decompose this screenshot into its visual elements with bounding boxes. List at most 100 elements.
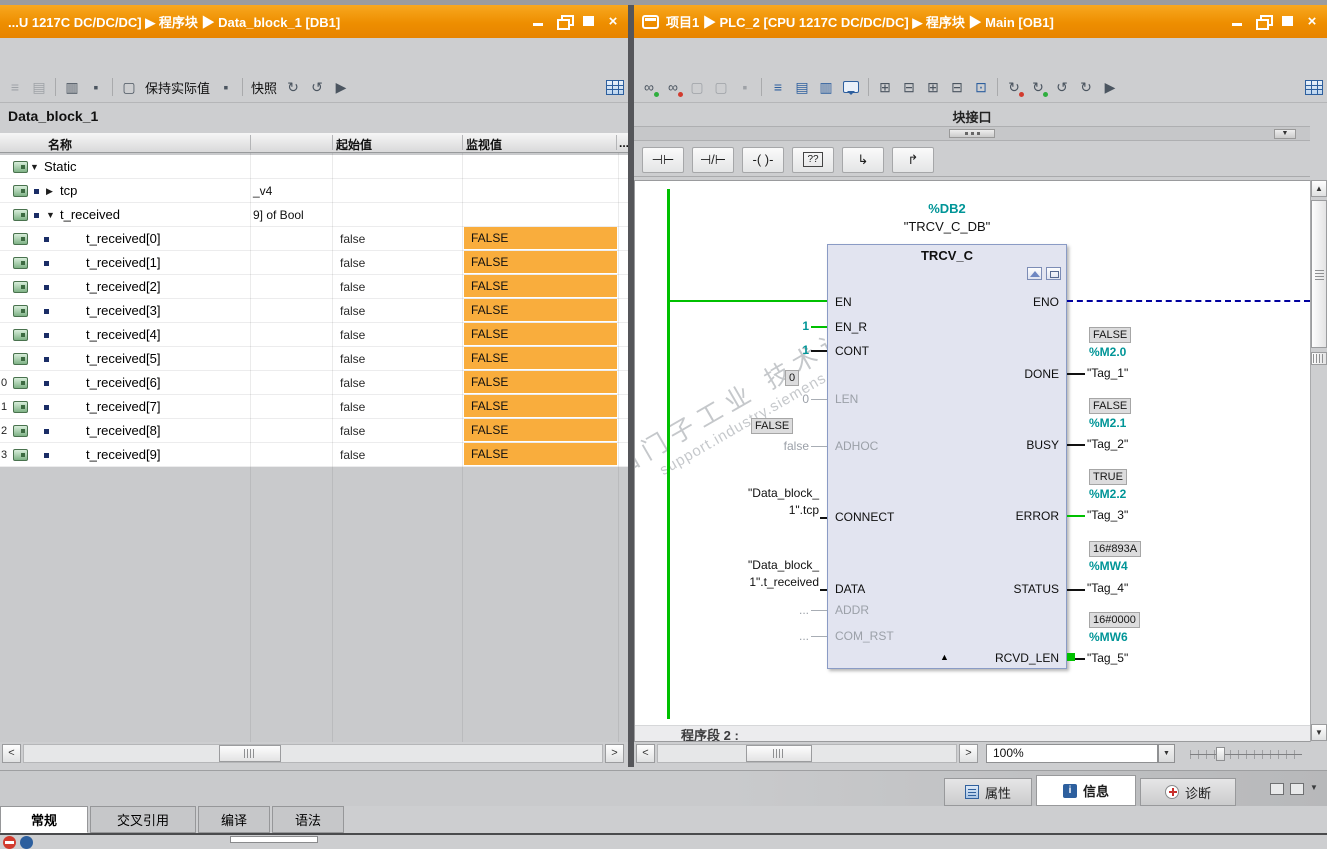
variable-name[interactable]: t_received[8]: [86, 423, 160, 438]
tab-general[interactable]: 常规: [0, 806, 88, 833]
start-value[interactable]: false: [340, 376, 365, 390]
variable-name[interactable]: t_received[1]: [86, 255, 160, 270]
copy-snapshot-icon[interactable]: ↻: [282, 76, 304, 98]
start-value[interactable]: false: [340, 424, 365, 438]
variable-name[interactable]: t_received[5]: [86, 351, 160, 366]
block-toggle-icon[interactable]: [1046, 267, 1061, 280]
expander-icon[interactable]: ▶: [46, 186, 53, 197]
tab-info[interactable]: i 信息: [1036, 775, 1136, 806]
monitor-on-icon[interactable]: ∞: [638, 76, 660, 98]
split-handle[interactable]: [1311, 352, 1327, 365]
column-divider[interactable]: [462, 135, 463, 150]
col-header-monitor-value[interactable]: 监视值: [466, 136, 502, 153]
network-comment-icon[interactable]: [843, 81, 859, 95]
start-value[interactable]: false: [340, 352, 365, 366]
rcvd-len-tag[interactable]: "Tag_5": [1087, 651, 1128, 665]
go-to-next-icon[interactable]: ↻: [1027, 76, 1049, 98]
keep-actual-values-icon[interactable]: ▢: [118, 76, 140, 98]
contact-open-button[interactable]: ⊣⊢: [642, 146, 684, 173]
variable-name[interactable]: Static: [44, 159, 77, 174]
data-type[interactable]: _v4: [253, 184, 272, 198]
column-divider[interactable]: [616, 135, 617, 150]
scroll-right-icon[interactable]: >: [959, 744, 978, 763]
addr-operand[interactable]: ...: [773, 603, 809, 617]
next-network-header[interactable]: 程序段 2 :: [635, 725, 1310, 741]
trcv-c-block[interactable]: TRCV_C EN EN_R CONT LEN ADHOC CONNECT DA…: [827, 244, 1067, 669]
network-canvas[interactable]: 西门子工业 技术论坛 support.industry.siemens.com …: [634, 180, 1310, 742]
splitter-expand-icon[interactable]: ▼: [1274, 129, 1296, 139]
maximize-window-icon[interactable]: [581, 15, 596, 28]
close-branch-button[interactable]: ↱: [892, 146, 934, 173]
table-row[interactable]: ▼ Static: [0, 155, 628, 179]
done-address[interactable]: %M2.0: [1089, 345, 1126, 359]
start-value[interactable]: false: [340, 400, 365, 414]
insert-box-icon[interactable]: ⊞: [922, 76, 944, 98]
table-row[interactable]: t_received[2] false FALSE: [0, 275, 628, 299]
tab-properties[interactable]: 属性: [944, 778, 1032, 806]
freeze-values-icon[interactable]: ▪: [215, 76, 237, 98]
table-row[interactable]: t_received[0] false FALSE: [0, 227, 628, 251]
table-row[interactable]: t_received[5] false FALSE: [0, 347, 628, 371]
update-call-icon[interactable]: ↻: [1075, 76, 1097, 98]
expand-all-icon[interactable]: ▥: [61, 76, 83, 98]
zoom-select[interactable]: 100%: [986, 744, 1158, 763]
start-value[interactable]: false: [340, 232, 365, 246]
start-value[interactable]: false: [340, 448, 365, 462]
snapshot-button[interactable]: 快照: [248, 78, 280, 97]
block-interface-splitter[interactable]: ▼: [634, 126, 1310, 141]
call-environment-icon[interactable]: ↺: [1051, 76, 1073, 98]
variable-name[interactable]: t_received[2]: [86, 279, 160, 294]
table-row[interactable]: t_received[1] false FALSE: [0, 251, 628, 275]
column-divider[interactable]: [332, 135, 333, 150]
col-header-name[interactable]: 名称: [48, 136, 72, 153]
variable-name[interactable]: t_received[6]: [86, 375, 160, 390]
detail-view-icon[interactable]: [1305, 79, 1323, 95]
insert-row-icon[interactable]: ≡: [4, 76, 26, 98]
absolute-operands-icon[interactable]: ≡: [767, 76, 789, 98]
tab-diagnostics[interactable]: 诊断: [1140, 778, 1236, 806]
instance-db-name[interactable]: "TRCV_C_DB": [827, 219, 1067, 234]
delete-network-icon[interactable]: ⊟: [898, 76, 920, 98]
close-window-icon[interactable]: ×: [1305, 14, 1319, 29]
float-panel-icon[interactable]: [1270, 783, 1284, 795]
status-address[interactable]: %MW4: [1089, 559, 1128, 573]
collapse-all-icon[interactable]: ▪: [85, 76, 107, 98]
column-divider[interactable]: [250, 135, 251, 150]
variable-name[interactable]: t_received[4]: [86, 327, 160, 342]
scroll-right-icon[interactable]: >: [605, 744, 624, 763]
start-value[interactable]: false: [340, 256, 365, 270]
block-display-icon[interactable]: [1027, 267, 1042, 280]
scroll-thumb[interactable]: [219, 745, 281, 762]
table-row[interactable]: ▼ t_received 9] of Bool: [0, 203, 628, 227]
load-snapshot-icon[interactable]: ↺: [306, 76, 328, 98]
table-row[interactable]: t_received[3] false FALSE: [0, 299, 628, 323]
restore-snapshot-icon[interactable]: ▢: [710, 76, 732, 98]
monitor-off-icon[interactable]: ∞: [662, 76, 684, 98]
start-value[interactable]: false: [340, 280, 365, 294]
status-tag[interactable]: "Tag_4": [1087, 581, 1128, 595]
variable-name[interactable]: t_received: [60, 207, 120, 222]
data-type[interactable]: 9] of Bool: [253, 208, 304, 222]
com-rst-operand[interactable]: ...: [773, 629, 809, 643]
close-window-icon[interactable]: ×: [606, 14, 620, 29]
snapshot-icon[interactable]: ▢: [686, 76, 708, 98]
variable-name[interactable]: tcp: [60, 183, 77, 198]
float-window-icon[interactable]: [556, 15, 574, 30]
table-row[interactable]: 0 t_received[6] false FALSE: [0, 371, 628, 395]
rcvd-len-address[interactable]: %MW6: [1089, 630, 1128, 644]
dock-panel-icon[interactable]: [1290, 783, 1304, 795]
detail-view-icon[interactable]: [606, 79, 624, 95]
scroll-left-icon[interactable]: <: [2, 744, 21, 763]
table-row[interactable]: 3 t_received[9] false FALSE: [0, 443, 628, 467]
table-row[interactable]: t_received[4] false FALSE: [0, 323, 628, 347]
split-editor-horizontal-icon[interactable]: ▤: [791, 76, 813, 98]
minimize-window-icon[interactable]: [1230, 15, 1245, 28]
panel-menu-icon[interactable]: ▼: [1310, 783, 1318, 792]
scroll-up-icon[interactable]: ▲: [1311, 180, 1327, 197]
scroll-track[interactable]: [657, 744, 957, 763]
start-value[interactable]: false: [340, 328, 365, 342]
empty-box-button[interactable]: ??: [792, 146, 834, 173]
instance-db-address[interactable]: %DB2: [827, 201, 1067, 216]
network-vertical-scrollbar[interactable]: ▲ ▼: [1310, 180, 1327, 742]
data-operand[interactable]: "Data_block_ 1".t_received: [699, 557, 819, 591]
